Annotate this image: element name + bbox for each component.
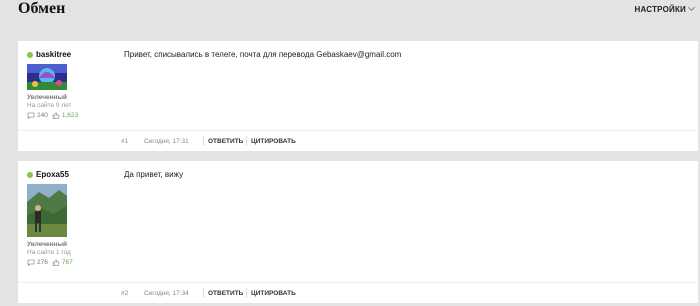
thumbs-up-icon — [52, 112, 60, 119]
post-footer: #1 Сегодня, 17:31 ОТВЕТИТЬ ЦИТИРОВАТЬ — [18, 130, 698, 151]
divider — [203, 288, 204, 298]
username-link[interactable]: Epoxa55 — [36, 170, 69, 179]
chevron-down-icon — [687, 3, 696, 12]
settings-menu[interactable]: НАСТРОЙКИ — [634, 3, 696, 14]
post: Epoxa55 Увлеченный На сайте 1 год 276 76… — [18, 161, 698, 303]
reply-button[interactable]: ОТВЕТИТЬ — [208, 290, 243, 297]
page-title: Обмен — [18, 0, 66, 17]
quote-button[interactable]: ЦИТИРОВАТЬ — [251, 290, 296, 297]
member-since: На сайте 1 год — [27, 249, 71, 256]
post-author: baskitree Увлеченный На сайте 9 лет 240 — [27, 50, 117, 119]
message-count: 276 — [27, 259, 48, 266]
post-date-link[interactable]: Сегодня, 17:34 — [144, 290, 189, 297]
post: baskitree Увлеченный На сайте 9 лет 240 — [18, 41, 698, 151]
post-author: Epoxa55 Увлеченный На сайте 1 год 276 76… — [27, 170, 117, 266]
avatar[interactable] — [27, 64, 67, 90]
divider — [246, 288, 247, 298]
speech-bubble-icon — [27, 112, 35, 119]
thumbs-up-icon — [52, 259, 60, 266]
like-count: 767 — [52, 259, 73, 266]
divider — [203, 136, 204, 146]
online-indicator-icon — [27, 51, 33, 58]
post-footer: #2 Сегодня, 17:34 ОТВЕТИТЬ ЦИТИРОВАТЬ — [18, 282, 698, 303]
post-content: Да привет, вижу — [124, 170, 184, 179]
speech-bubble-icon — [27, 259, 35, 266]
member-since: На сайте 9 лет — [27, 102, 72, 109]
post-number-link[interactable]: #1 — [121, 138, 128, 145]
divider — [246, 136, 247, 146]
post-number-link[interactable]: #2 — [121, 290, 128, 297]
user-rank: Увлеченный — [27, 94, 67, 101]
message-count: 240 — [27, 112, 48, 119]
like-count-value: 767 — [61, 259, 73, 266]
settings-label: НАСТРОЙКИ — [634, 5, 686, 14]
online-indicator-icon — [27, 171, 33, 178]
username-link[interactable]: baskitree — [36, 50, 71, 59]
message-count-value: 240 — [37, 112, 48, 119]
quote-button[interactable]: ЦИТИРОВАТЬ — [251, 138, 296, 145]
reply-button[interactable]: ОТВЕТИТЬ — [208, 138, 243, 145]
like-count-value: 1,623 — [61, 112, 79, 119]
post-content: Привет, списывались в телеге, почта для … — [124, 50, 402, 59]
user-rank: Увлеченный — [27, 241, 67, 248]
message-count-value: 276 — [37, 259, 48, 266]
avatar[interactable] — [27, 184, 67, 237]
post-date-link[interactable]: Сегодня, 17:31 — [144, 138, 189, 145]
like-count: 1,623 — [52, 112, 78, 119]
